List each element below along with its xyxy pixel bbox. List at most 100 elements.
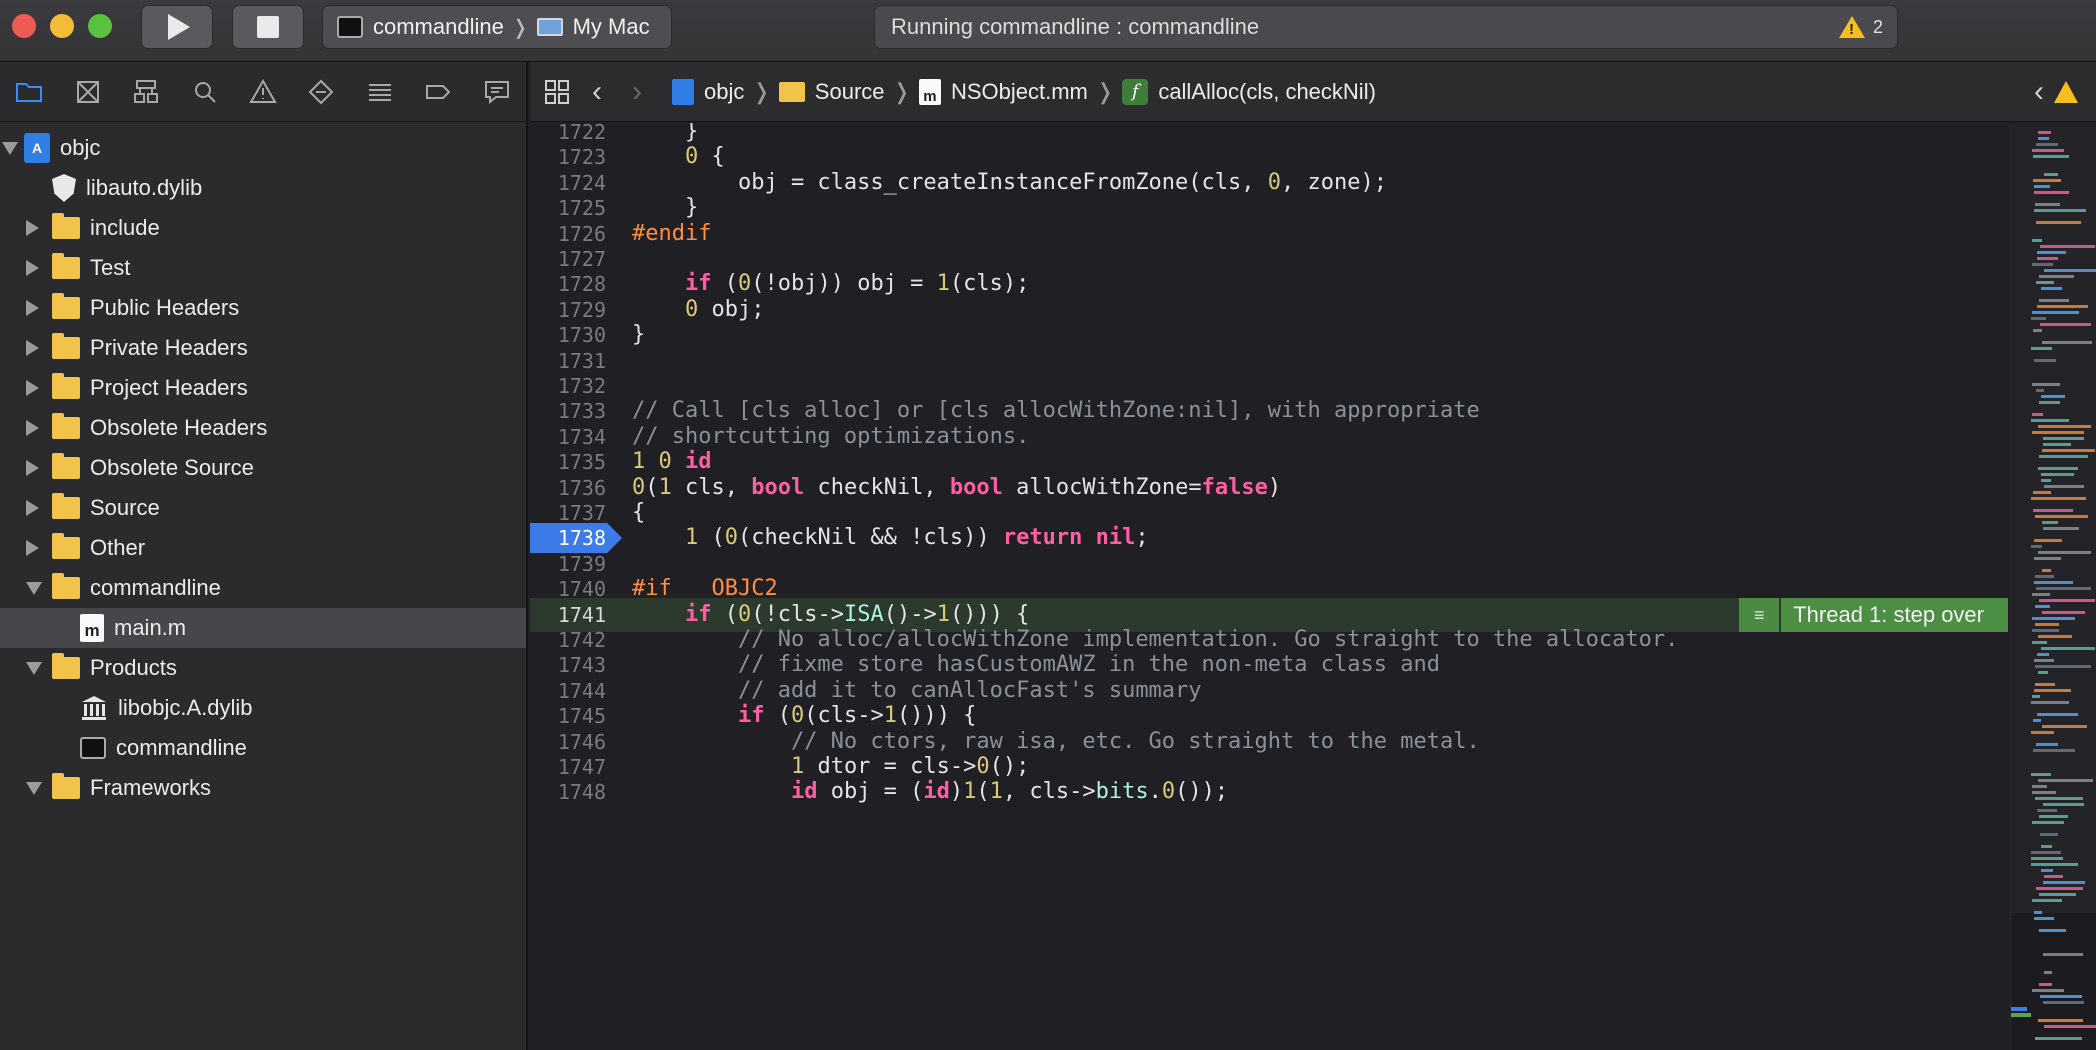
tree-item[interactable]: Source: [0, 488, 526, 528]
minimap-line: [2034, 659, 2054, 662]
tree-item[interactable]: Test: [0, 248, 526, 288]
minimap-line: [2031, 419, 2069, 422]
tree-item[interactable]: commandline: [0, 728, 526, 768]
minimap-line: [2031, 317, 2046, 320]
disclosure-closed-icon[interactable]: [26, 540, 39, 556]
debug-list-icon[interactable]: [351, 62, 409, 122]
tree-item-label: Products: [90, 655, 177, 680]
tree-item[interactable]: libobjc.A.dylib: [0, 688, 526, 728]
folder-icon[interactable]: [0, 62, 58, 122]
toolbar: commandline ❭ My Mac Running commandline…: [0, 0, 2096, 62]
minimap-line: [2031, 497, 2086, 500]
issue-back-chevron-icon[interactable]: ‹: [2034, 75, 2044, 109]
tree-item[interactable]: libauto.dylib: [0, 168, 526, 208]
minimap-line: [2037, 653, 2049, 656]
test-diamond-icon[interactable]: [292, 62, 350, 122]
minimap-line: [2032, 311, 2079, 314]
minimap-line: [2034, 581, 2073, 584]
jump-bar-project-label: objc: [704, 78, 745, 104]
disclosure-closed-icon[interactable]: [26, 420, 39, 436]
minimap-line: [2041, 869, 2053, 872]
line-number[interactable]: 1748: [530, 775, 606, 809]
library-icon: [80, 694, 108, 722]
folder-icon: [52, 533, 80, 559]
forward-chevron-icon[interactable]: ›: [632, 75, 642, 109]
tree-item[interactable]: Public Headers: [0, 288, 526, 328]
code-line[interactable]: 1748 id obj = (id)1(1, cls->bits.0());: [530, 775, 2008, 809]
minimap-line: [2036, 221, 2081, 224]
source-control-icon[interactable]: [58, 62, 116, 122]
minimap[interactable]: [2010, 123, 2096, 1050]
m-file-icon: m: [918, 78, 941, 105]
tree-item[interactable]: Private Headers: [0, 328, 526, 368]
tree-item[interactable]: commandline: [0, 568, 526, 608]
disclosure-closed-icon[interactable]: [26, 300, 39, 316]
minimap-line: [2031, 701, 2069, 704]
minimap-line: [2035, 575, 2054, 578]
minimize-window-button[interactable]: [50, 14, 74, 38]
disclosure-closed-icon[interactable]: [26, 260, 39, 276]
tree-item[interactable]: m main.m: [0, 608, 526, 648]
disclosure-closed-icon[interactable]: [26, 500, 39, 516]
tree-item[interactable]: Obsolete Headers: [0, 408, 526, 448]
search-icon[interactable]: [175, 62, 233, 122]
minimap-line: [2044, 971, 2052, 974]
jump-bar-file[interactable]: m NSObject.mm: [918, 78, 1088, 105]
source-editor[interactable]: 1722 } 1723 0 {1724 obj = class_createIns…: [530, 123, 2008, 1050]
tree-item[interactable]: Obsolete Source: [0, 448, 526, 488]
disclosure-open-icon[interactable]: [26, 581, 42, 595]
function-icon: f: [1122, 78, 1149, 105]
tree-item[interactable]: Aobjc: [0, 128, 526, 168]
disclosure-open-icon[interactable]: [2, 141, 18, 155]
disclosure-closed-icon[interactable]: [26, 380, 39, 396]
minimap-line: [2038, 551, 2091, 554]
jump-bar-project[interactable]: objc: [672, 78, 745, 105]
minimap-line: [2038, 635, 2072, 638]
issue-warning-icon[interactable]: [234, 62, 292, 122]
stop-button[interactable]: [232, 5, 304, 49]
disclosure-closed-icon[interactable]: [26, 460, 39, 476]
back-chevron-icon[interactable]: ‹: [592, 75, 602, 109]
project-icon: [672, 78, 694, 105]
tree-item[interactable]: Project Headers: [0, 368, 526, 408]
symbol-hierarchy-icon[interactable]: [117, 62, 175, 122]
minimap-line: [2036, 587, 2091, 590]
navigator-tab-bar: [0, 62, 526, 122]
related-items-grid-icon[interactable]: [544, 79, 570, 105]
minimap-line: [2043, 881, 2085, 884]
disclosure-closed-icon[interactable]: [26, 220, 39, 236]
minimap-line: [2038, 137, 2049, 140]
minimap-line: [2032, 989, 2064, 992]
disclosure-closed-icon[interactable]: [26, 340, 39, 356]
disclosure-open-icon[interactable]: [26, 781, 42, 795]
minimap-viewport[interactable]: [2011, 123, 2096, 913]
line-number[interactable]: 1738: [530, 521, 606, 555]
minimap-line: [2036, 743, 2058, 746]
tree-item[interactable]: include: [0, 208, 526, 248]
warning-icon[interactable]: [2054, 81, 2078, 103]
zoom-window-button[interactable]: [88, 14, 112, 38]
jump-bar-symbol[interactable]: f callAlloc(cls, checkNil): [1122, 78, 1376, 105]
minimap-line: [2032, 695, 2040, 698]
close-window-button[interactable]: [12, 14, 36, 38]
tree-item[interactable]: Products: [0, 648, 526, 688]
breakpoint-tag-icon[interactable]: [409, 62, 467, 122]
tree-item[interactable]: Frameworks: [0, 768, 526, 808]
minimap-line: [2037, 305, 2088, 308]
scheme-selector[interactable]: commandline ❭ My Mac: [322, 5, 672, 49]
minimap-line: [2038, 425, 2091, 428]
minimap-line: [2039, 599, 2095, 602]
warning-badge[interactable]: 2: [1838, 16, 1883, 38]
minimap-line: [2035, 623, 2059, 626]
disclosure-open-icon[interactable]: [26, 661, 42, 675]
minimap-line: [2039, 929, 2066, 932]
tree-item[interactable]: Other: [0, 528, 526, 568]
report-bubble-icon[interactable]: [468, 62, 526, 122]
minimap-line: [2040, 995, 2082, 998]
run-button[interactable]: [141, 5, 213, 49]
minimap-line: [2032, 785, 2047, 788]
tree-item-label: Frameworks: [90, 775, 212, 800]
minimap-line: [2033, 719, 2041, 722]
jump-bar-group[interactable]: Source: [778, 79, 885, 105]
minimap-line: [2036, 887, 2083, 890]
